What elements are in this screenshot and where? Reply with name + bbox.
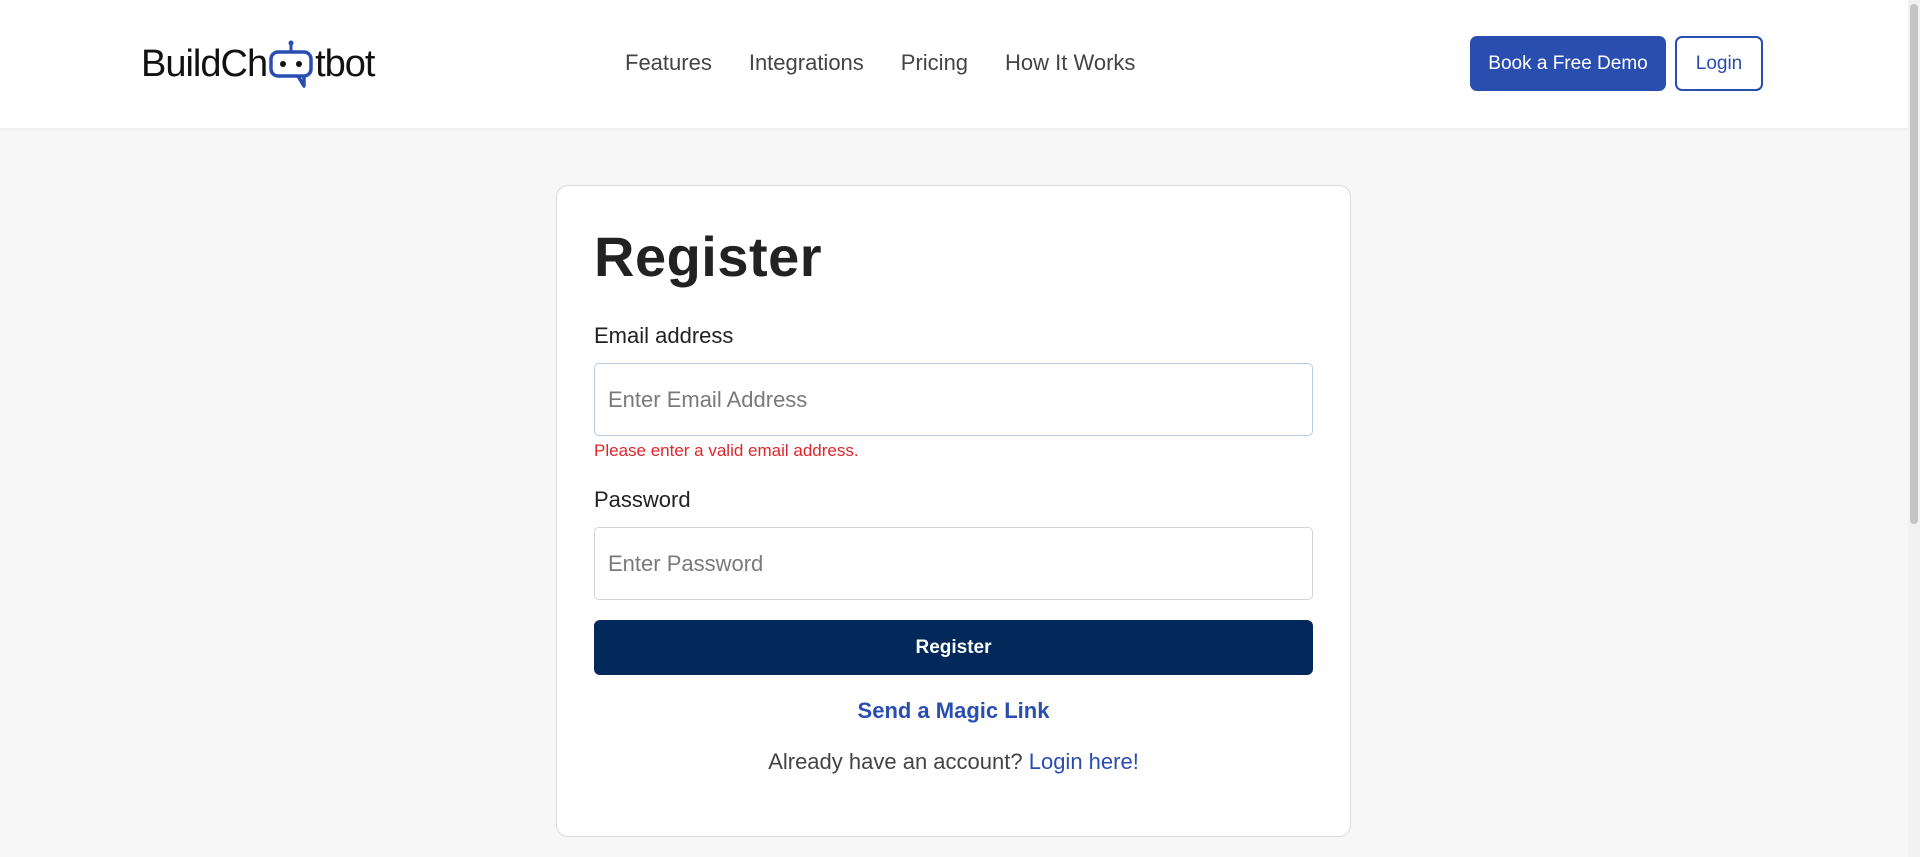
login-prompt: Already have an account? Login here! [557, 749, 1350, 775]
header-login-button[interactable]: Login [1675, 36, 1763, 91]
logo-text-end: tbot [315, 42, 375, 85]
nav-item-pricing[interactable]: Pricing [901, 48, 968, 78]
email-error-message: Please enter a valid email address. [594, 441, 859, 460]
scrollbar[interactable] [1908, 0, 1920, 857]
password-label: Password [594, 487, 691, 512]
password-field[interactable] [594, 527, 1313, 600]
email-field[interactable] [594, 363, 1313, 436]
magic-link[interactable]: Send a Magic Link [557, 698, 1350, 724]
scrollbar-thumb[interactable] [1910, 4, 1918, 524]
main-nav: Features Integrations Pricing How It Wor… [625, 48, 1172, 78]
book-demo-button[interactable]: Book a Free Demo [1470, 36, 1666, 91]
login-prompt-text: Already have an account? [768, 749, 1023, 774]
logo[interactable]: BuildCh tbot [141, 40, 375, 88]
nav-item-how-it-works[interactable]: How It Works [1005, 48, 1135, 78]
page: BuildCh tbot Features Integrations Prici… [0, 0, 1920, 857]
site-header: BuildCh tbot Features Integrations Prici… [0, 0, 1908, 128]
logo-text-start: BuildCh [141, 42, 268, 85]
page-title: Register [594, 225, 823, 288]
register-card: Register Email address Please enter a va… [556, 185, 1351, 837]
register-button[interactable]: Register [594, 620, 1313, 675]
login-here-link[interactable]: Login here! [1029, 749, 1139, 774]
nav-item-features[interactable]: Features [625, 48, 712, 78]
nav-item-integrations[interactable]: Integrations [749, 48, 864, 78]
chat-bot-icon [268, 40, 314, 88]
email-label: Email address [594, 323, 734, 348]
